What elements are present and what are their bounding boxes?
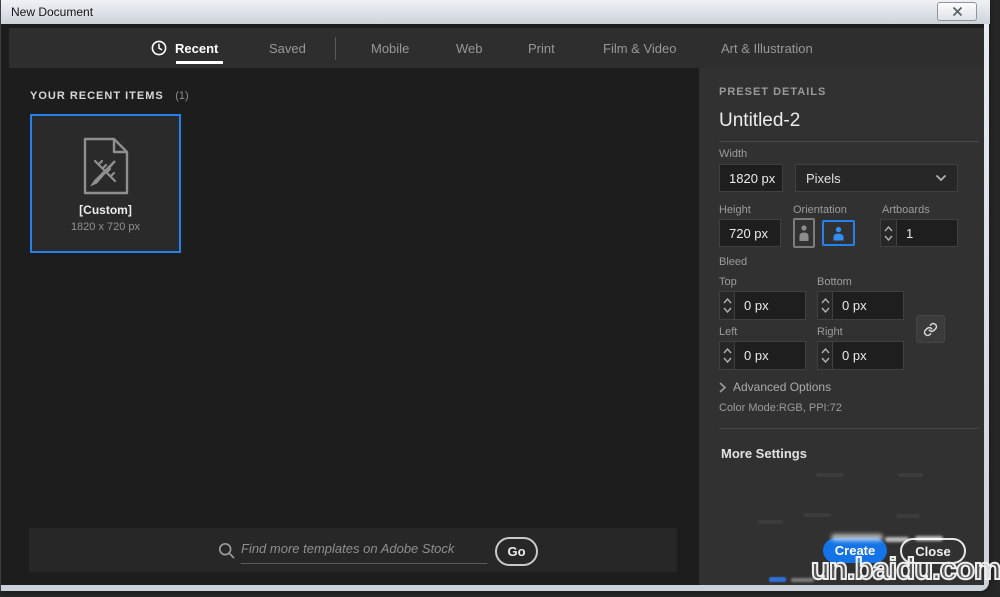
artboards-label: Artboards <box>882 204 930 216</box>
stepper-down-icon <box>722 357 732 363</box>
tab-label: Recent <box>175 40 219 56</box>
search-input[interactable] <box>241 534 487 564</box>
advanced-options-toggle[interactable]: Advanced Options <box>719 380 831 394</box>
bleed-link-button[interactable] <box>916 315 945 343</box>
more-settings-button[interactable]: More Settings <box>721 446 807 461</box>
stepper-up-icon <box>722 348 732 354</box>
tab-web[interactable]: Web <box>456 28 483 68</box>
units-value: Pixels <box>806 170 841 186</box>
blur-artifact <box>758 520 783 524</box>
link-icon <box>923 322 938 336</box>
color-mode-info: Color Mode:RGB, PPI:72 <box>719 402 842 414</box>
stepper-down-icon <box>722 307 732 313</box>
chevron-right-icon <box>719 381 726 393</box>
stepper-up-icon <box>820 348 830 354</box>
tab-mobile[interactable]: Mobile <box>371 28 409 68</box>
document-name-field[interactable]: Untitled-2 <box>719 110 800 132</box>
window-frame: New Document Recent Saved Mobile Web Pri… <box>0 0 1000 591</box>
width-input[interactable] <box>719 164 783 192</box>
tab-label: Web <box>456 40 483 56</box>
bleed-bottom-stepper[interactable] <box>817 291 832 320</box>
chevron-down-icon <box>935 174 947 182</box>
custom-document-icon <box>83 137 128 195</box>
bleed-right-label: Right <box>817 326 843 338</box>
bleed-left-input[interactable] <box>734 341 806 370</box>
portrait-icon <box>799 225 809 241</box>
blur-artifact <box>898 473 923 477</box>
tab-label: Print <box>528 40 555 56</box>
stepper-down-icon <box>884 235 893 241</box>
blur-artifact <box>803 513 831 517</box>
tab-bar: Recent Saved Mobile Web Print Film & Vid… <box>9 28 984 68</box>
tab-label: Film & Video <box>603 40 677 56</box>
width-label: Width <box>719 148 748 160</box>
tab-divider <box>335 37 336 60</box>
window-close-button[interactable] <box>937 2 977 21</box>
tab-art-illustration[interactable]: Art & Illustration <box>721 28 813 68</box>
bleed-bottom-input[interactable] <box>832 291 904 320</box>
bleed-label: Bleed <box>719 256 748 268</box>
tab-label: Saved <box>269 40 306 56</box>
tab-saved[interactable]: Saved <box>269 28 306 68</box>
orientation-portrait-button[interactable] <box>793 218 815 248</box>
tab-label: Mobile <box>371 40 410 56</box>
recent-items-heading: YOUR RECENT ITEMS (1) <box>30 86 189 104</box>
adobe-stock-search-bar: Go <box>29 528 677 572</box>
create-button[interactable]: Create <box>823 538 887 563</box>
stepper-down-icon <box>820 357 830 363</box>
bleed-left-label: Left <box>719 326 738 338</box>
bleed-top-label: Top <box>719 276 737 288</box>
height-label: Height <box>719 204 751 216</box>
bleed-left-stepper[interactable] <box>719 341 734 370</box>
watermark-smudge <box>791 578 814 582</box>
landscape-icon <box>833 226 844 240</box>
watermark-logo-fragment <box>769 577 786 582</box>
preset-details-panel: PRESET DETAILS Untitled-2 Width Pixels H… <box>699 68 984 585</box>
tab-label: Art & Illustration <box>721 40 813 56</box>
recent-items-count: (1) <box>175 90 189 102</box>
window-title: New Document <box>11 5 94 19</box>
bleed-bottom-label: Bottom <box>817 276 852 288</box>
recent-item-name: [Custom] <box>79 203 132 217</box>
bleed-top-stepper[interactable] <box>719 291 734 320</box>
orientation-landscape-button[interactable] <box>822 220 855 246</box>
active-tab-underline <box>176 61 223 64</box>
clock-icon <box>151 40 167 56</box>
advanced-options-label: Advanced Options <box>733 380 832 394</box>
units-dropdown[interactable]: Pixels <box>795 164 958 192</box>
close-icon <box>952 6 962 17</box>
preset-details-heading: PRESET DETAILS <box>719 86 827 98</box>
recent-item-card[interactable]: [Custom] 1820 x 720 px <box>30 114 181 253</box>
new-document-dialog: New Document Recent Saved Mobile Web Pri… <box>0 0 1000 597</box>
divider <box>719 428 979 429</box>
bleed-right-input[interactable] <box>832 341 904 370</box>
search-icon <box>218 542 235 559</box>
close-button[interactable]: Close <box>900 538 966 564</box>
blur-artifact <box>816 473 844 477</box>
divider <box>719 141 979 142</box>
title-bar: New Document <box>1 0 990 24</box>
bleed-top-input[interactable] <box>734 291 806 320</box>
bleed-right-stepper[interactable] <box>817 341 832 370</box>
recent-items-title: YOUR RECENT ITEMS <box>30 90 164 102</box>
go-button[interactable]: Go <box>495 537 538 566</box>
tab-print[interactable]: Print <box>528 28 555 68</box>
height-input[interactable] <box>719 219 781 247</box>
orientation-label: Orientation <box>793 204 847 216</box>
stepper-up-icon <box>820 298 830 304</box>
stepper-up-icon <box>722 298 732 304</box>
recent-item-dimensions: 1820 x 720 px <box>70 221 141 233</box>
tab-film-video[interactable]: Film & Video <box>603 28 676 68</box>
blur-artifact <box>896 514 920 518</box>
stepper-down-icon <box>820 307 830 313</box>
stepper-up-icon <box>884 225 893 231</box>
artboards-stepper[interactable] <box>880 219 896 247</box>
artboards-input[interactable] <box>896 219 958 247</box>
